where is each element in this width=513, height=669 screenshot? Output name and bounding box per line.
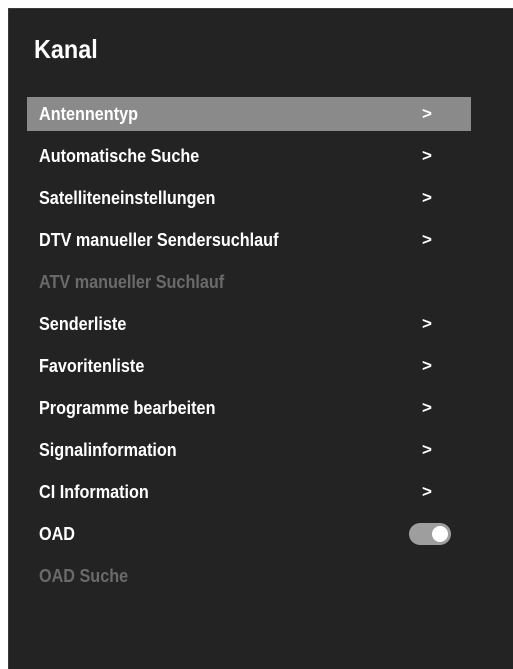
menu-item-favorites-list[interactable]: Favoritenliste > xyxy=(27,349,471,383)
menu-item-label: Programme bearbeiten xyxy=(39,397,216,418)
menu-item-oad[interactable]: OAD xyxy=(27,517,471,551)
menu-item-label: Senderliste xyxy=(39,313,127,334)
chevron-right-icon: > xyxy=(422,146,432,165)
oad-toggle[interactable] xyxy=(409,523,451,545)
menu-item-edit-programs[interactable]: Programme bearbeiten > xyxy=(27,391,471,425)
chevron-right-icon: > xyxy=(422,440,432,459)
chevron-right-icon: > xyxy=(422,104,432,123)
menu-item-label: OAD xyxy=(39,523,75,544)
channel-menu: Antennentyp > Automatische Suche > Satel… xyxy=(27,97,471,601)
menu-item-label: Signalinformation xyxy=(39,439,177,460)
menu-item-label: Antennentyp xyxy=(39,103,138,124)
menu-item-label: ATV manueller Suchlauf xyxy=(39,271,225,292)
menu-item-auto-search[interactable]: Automatische Suche > xyxy=(27,139,471,173)
page-title: Kanal xyxy=(34,34,98,64)
menu-item-dtv-manual-search[interactable]: DTV manueller Sendersuchlauf > xyxy=(27,223,471,257)
chevron-right-icon: > xyxy=(422,482,432,501)
menu-item-label: Automatische Suche xyxy=(39,145,200,166)
menu-item-antenna-type[interactable]: Antennentyp > xyxy=(27,97,471,131)
chevron-right-icon: > xyxy=(422,188,432,207)
toggle-knob xyxy=(432,526,448,542)
chevron-right-icon: > xyxy=(422,230,432,249)
menu-item-label: CI Information xyxy=(39,481,149,502)
chevron-right-icon: > xyxy=(422,356,432,375)
menu-item-label: Favoritenliste xyxy=(39,355,145,376)
chevron-right-icon: > xyxy=(422,398,432,417)
channel-settings-panel: Kanal Antennentyp > Automatische Suche >… xyxy=(8,8,513,669)
menu-item-atv-manual-search: ATV manueller Suchlauf xyxy=(27,265,471,299)
menu-item-signal-information[interactable]: Signalinformation > xyxy=(27,433,471,467)
menu-item-oad-search: OAD Suche xyxy=(27,559,471,593)
menu-item-label: DTV manueller Sendersuchlauf xyxy=(39,229,279,250)
menu-item-channel-list[interactable]: Senderliste > xyxy=(27,307,471,341)
menu-item-label: OAD Suche xyxy=(39,565,129,586)
menu-item-label: Satelliteneinstellungen xyxy=(39,187,216,208)
menu-item-satellite-settings[interactable]: Satelliteneinstellungen > xyxy=(27,181,471,215)
chevron-right-icon: > xyxy=(422,314,432,333)
menu-item-ci-information[interactable]: CI Information > xyxy=(27,475,471,509)
